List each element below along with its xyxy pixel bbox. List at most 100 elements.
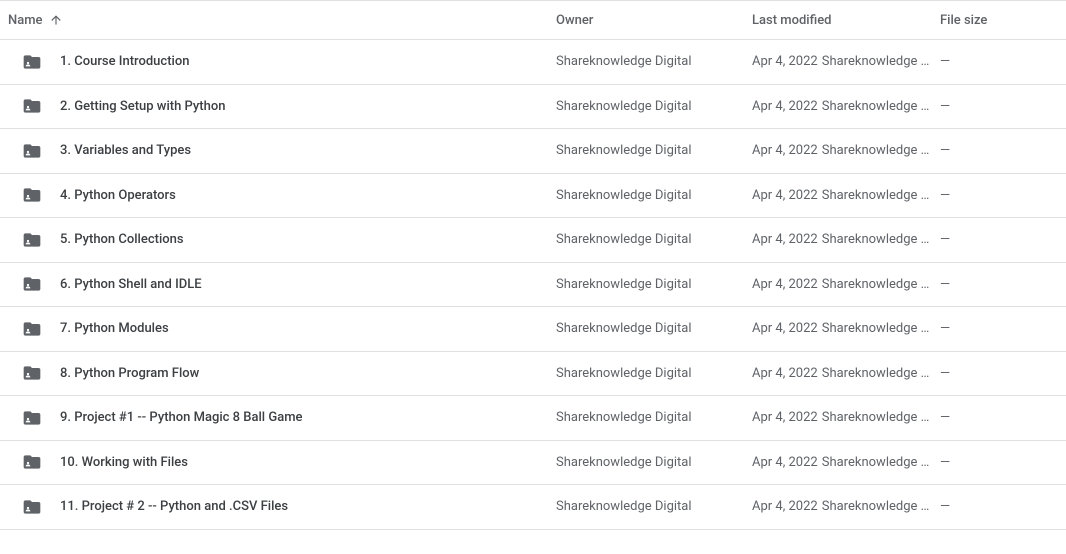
file-name-label: 4. Python Operators: [60, 188, 176, 203]
table-row[interactable]: 3. Variables and Types Shareknowledge Dig…: [0, 129, 1066, 174]
modified-cell: Apr 4, 2022Shareknowledge D…: [752, 188, 940, 203]
file-name-cell: 9. Project #1 -- Python Magic 8 Ball Gam…: [8, 408, 556, 428]
filesize-label: —: [940, 277, 950, 292]
owner-cell: Shareknowledge Digital: [556, 410, 752, 425]
owner-cell: Shareknowledge Digital: [556, 232, 752, 247]
table-row[interactable]: 11. Project # 2 -- Python and .CSV Files…: [0, 485, 1066, 530]
column-header-owner-label: Owner: [556, 13, 593, 28]
modified-cell: Apr 4, 2022 Shareknowledge D…: [752, 455, 940, 470]
owner-cell: Shareknowledge Digital: [556, 143, 752, 158]
modified-date-label: Apr 4, 2022: [752, 321, 818, 336]
column-header-owner[interactable]: Owner: [556, 13, 752, 28]
filesize-cell: —: [940, 455, 1066, 470]
file-name-label: 11. Project # 2 -- Python and .CSV Files: [60, 499, 288, 514]
filesize-cell: —: [940, 99, 1066, 114]
modified-date-label: Apr 4, 2022: [752, 232, 818, 247]
owner-cell: Shareknowledge Digital: [556, 366, 752, 381]
filesize-cell: —: [940, 410, 1066, 425]
owner-cell: Shareknowledge Digital: [556, 321, 752, 336]
modified-cell: Apr 4, 2022 Shareknowledge D…: [752, 321, 940, 336]
filesize-label: —: [940, 455, 950, 470]
column-header-filesize-label: File size: [940, 13, 987, 28]
filesize-label: —: [940, 99, 950, 114]
file-name-label: 8. Python Program Flow: [60, 366, 199, 381]
table-row[interactable]: 5. Python Collections Shareknowledge Digi…: [0, 218, 1066, 263]
file-name-cell: 6. Python Shell and IDLE: [8, 274, 556, 294]
file-name-cell: 4. Python Operators: [8, 185, 556, 205]
modified-by-label: Shareknowledge D…: [822, 54, 930, 69]
file-list: Name Owner Last modified File size 1. Co…: [0, 0, 1066, 530]
table-row[interactable]: 10. Working with FilesShareknowledge Dig…: [0, 441, 1066, 486]
arrow-up-icon: [49, 13, 63, 27]
filesize-label: —: [940, 232, 950, 247]
table-row[interactable]: 2. Getting Setup with Python Shareknowled…: [0, 85, 1066, 130]
owner-cell: Shareknowledge Digital: [556, 54, 752, 69]
shared-folder-icon: [22, 185, 42, 205]
filesize-cell: —: [940, 188, 1066, 203]
file-name-label: 1. Course Introduction: [60, 54, 189, 69]
filesize-label: —: [940, 321, 950, 336]
filesize-cell: —: [940, 277, 1066, 292]
table-row[interactable]: 9. Project #1 -- Python Magic 8 Ball Gam…: [0, 396, 1066, 441]
owner-label: Shareknowledge Digital: [556, 410, 692, 425]
table-row[interactable]: 7. Python Modules Shareknowledge DigitalA…: [0, 307, 1066, 352]
owner-cell: Shareknowledge Digital: [556, 455, 752, 470]
file-name-label: 5. Python Collections: [60, 232, 184, 247]
modified-by-label: Shareknowledge D…: [822, 232, 930, 247]
filesize-cell: —: [940, 232, 1066, 247]
modified-date-label: Apr 4, 2022: [752, 410, 818, 425]
file-name-label: 2. Getting Setup with Python: [60, 99, 225, 114]
owner-label: Shareknowledge Digital: [556, 277, 692, 292]
shared-folder-icon: [22, 274, 42, 294]
column-header-modified[interactable]: Last modified: [752, 13, 940, 28]
modified-by-label: Shareknowledge D…: [822, 143, 930, 158]
filesize-label: —: [940, 410, 950, 425]
owner-label: Shareknowledge Digital: [556, 232, 692, 247]
modified-by-label: Shareknowledge D…: [822, 499, 930, 514]
table-header-row: Name Owner Last modified File size: [0, 0, 1066, 40]
owner-label: Shareknowledge Digital: [556, 188, 692, 203]
column-header-name[interactable]: Name: [8, 13, 556, 28]
table-row[interactable]: 8. Python Program Flow Shareknowledge Dig…: [0, 352, 1066, 397]
owner-cell: Shareknowledge Digital: [556, 499, 752, 514]
table-row[interactable]: 6. Python Shell and IDLEShareknowledge D…: [0, 263, 1066, 308]
modified-cell: Apr 4, 2022Shareknowledge D…: [752, 143, 940, 158]
filesize-cell: —: [940, 321, 1066, 336]
modified-date-label: Apr 4, 2022: [752, 366, 818, 381]
filesize-label: —: [940, 54, 950, 69]
modified-by-label: Shareknowledge D…: [822, 410, 930, 425]
shared-folder-icon: [22, 230, 42, 250]
shared-folder-icon: [22, 96, 42, 116]
file-name-label: 3. Variables and Types: [60, 143, 191, 158]
modified-date-label: Apr 4, 2022: [752, 54, 818, 69]
file-name-label: 7. Python Modules: [60, 321, 169, 336]
filesize-cell: —: [940, 499, 1066, 514]
filesize-cell: —: [940, 143, 1066, 158]
owner-label: Shareknowledge Digital: [556, 455, 692, 470]
modified-by-label: Shareknowledge D…: [822, 366, 930, 381]
filesize-label: —: [940, 499, 950, 514]
modified-by-label: Shareknowledge D…: [822, 321, 930, 336]
modified-by-label: Shareknowledge D…: [822, 99, 930, 114]
modified-cell: Apr 4, 2022 Shareknowledge D…: [752, 410, 940, 425]
shared-folder-icon: [22, 497, 42, 517]
modified-date-label: Apr 4, 2022: [752, 99, 818, 114]
shared-folder-icon: [22, 408, 42, 428]
modified-cell: Apr 4, 2022 Shareknowledge D…: [752, 54, 940, 69]
modified-cell: Apr 4, 2022 Shareknowledge D…: [752, 99, 940, 114]
filesize-label: —: [940, 143, 950, 158]
filesize-label: —: [940, 188, 950, 203]
modified-by-label: Shareknowledge D…: [822, 455, 930, 470]
modified-date-label: Apr 4, 2022: [752, 455, 818, 470]
table-row[interactable]: 1. Course Introduction Shareknowledge Dig…: [0, 40, 1066, 85]
modified-date-label: Apr 4, 2022: [752, 277, 818, 292]
shared-folder-icon: [22, 52, 42, 72]
shared-folder-icon: [22, 452, 42, 472]
filesize-cell: —: [940, 366, 1066, 381]
table-row[interactable]: 4. Python Operators Shareknowledge Digita…: [0, 174, 1066, 219]
modified-by-label: Shareknowledge D…: [822, 188, 930, 203]
file-name-cell: 3. Variables and Types: [8, 141, 556, 161]
column-header-filesize[interactable]: File size: [940, 13, 1066, 28]
modified-by-label: Shareknowledge D…: [822, 277, 930, 292]
column-header-name-label: Name: [8, 13, 43, 28]
